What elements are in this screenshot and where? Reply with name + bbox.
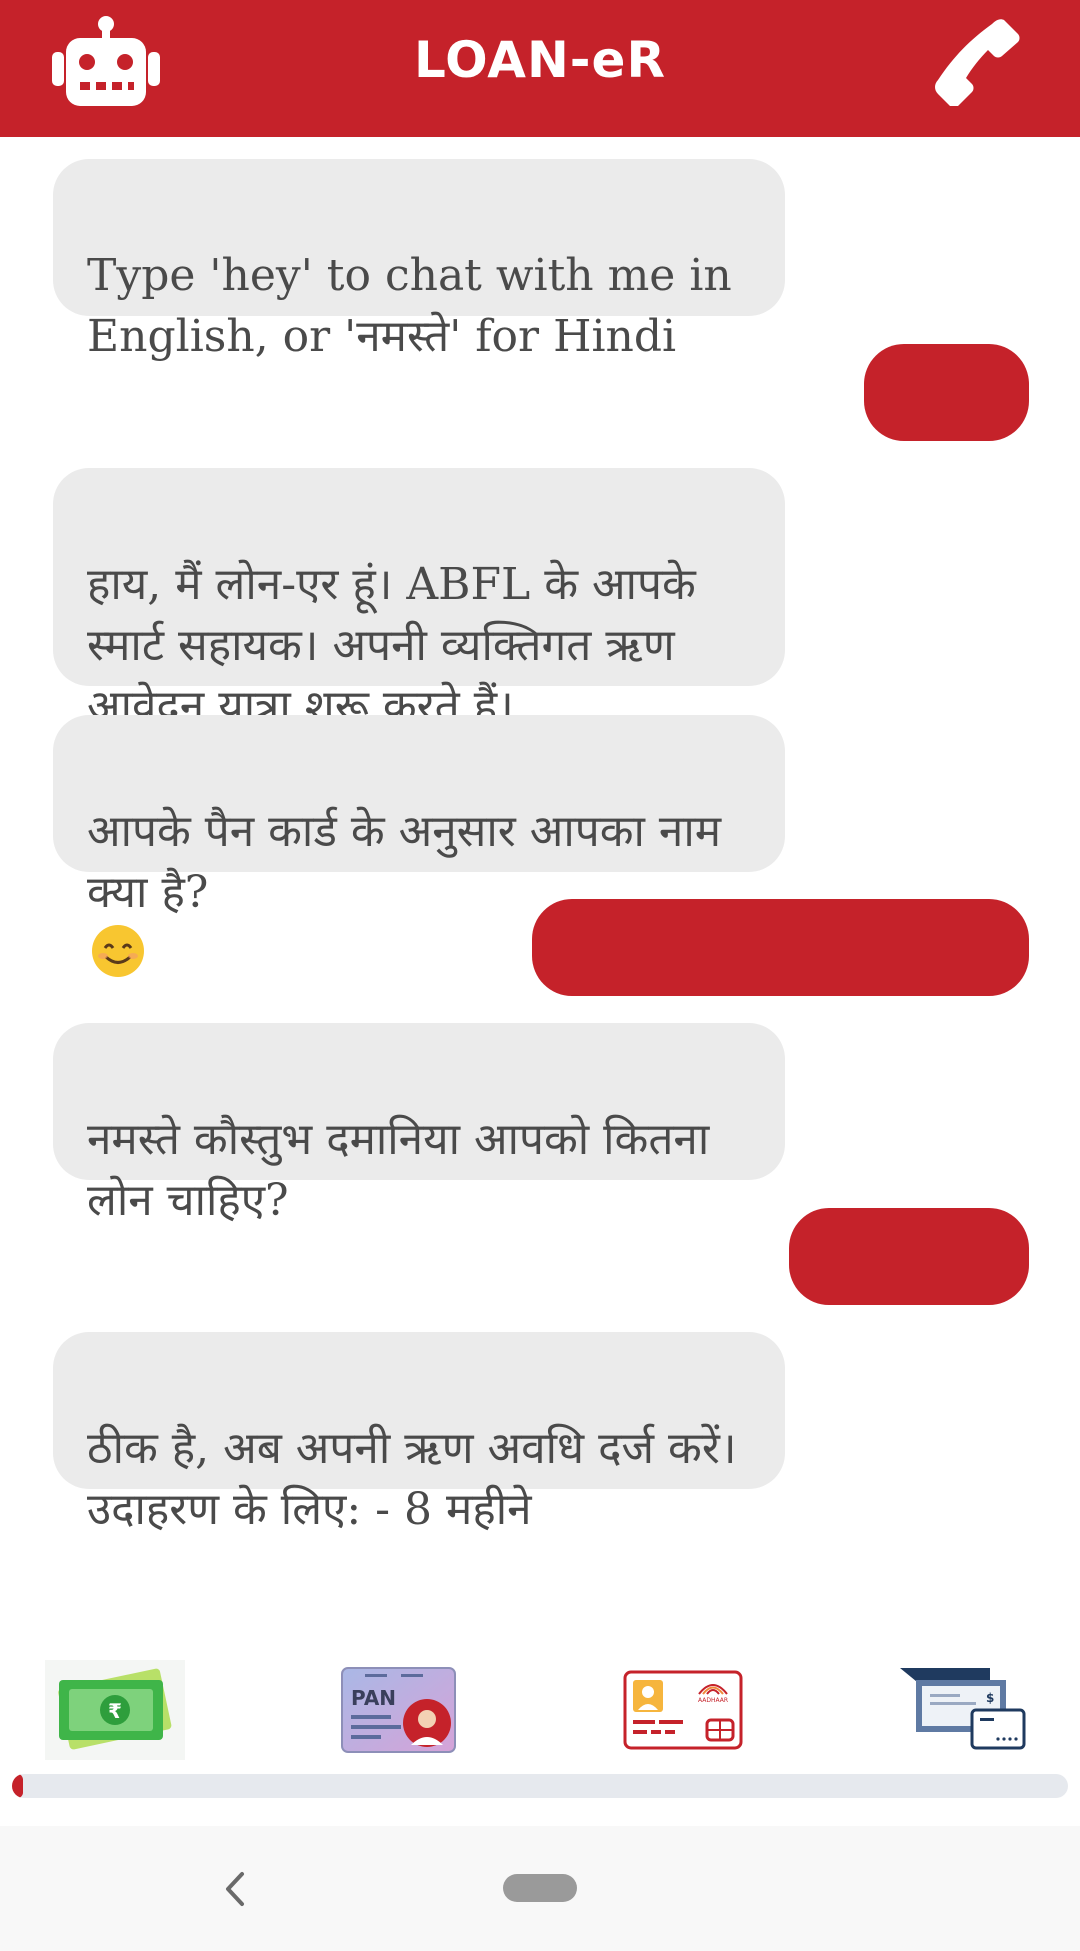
pan-card-icon[interactable]: PAN — [341, 1660, 456, 1760]
message-text: Type 'hey' to chat with me in English, o… — [87, 250, 732, 362]
rupee-cash-icon[interactable]: ₹ — [45, 1660, 185, 1760]
bot-message: ठीक है, अब अपनी ऋण अवधि दर्ज करें। उदाहर… — [53, 1332, 785, 1535]
bot-message: हाय, मैं लोन-एर हूं। ABFL के आपके स्मार्… — [53, 468, 785, 732]
svg-text:₹: ₹ — [108, 1699, 122, 1723]
smiling-face-emoji-icon — [92, 925, 144, 977]
aadhaar-card-icon[interactable]: AADHAAR — [623, 1660, 743, 1760]
pan-card-label: PAN — [351, 1686, 396, 1710]
application-progress-bar — [12, 1774, 1068, 1798]
bot-message: आपके पैन कार्ड के अनुसार आपका नाम क्या ह… — [53, 715, 785, 977]
user-message: Kaustubh Damania — [532, 899, 1029, 1070]
app-title: LOAN-eR — [414, 31, 666, 89]
back-chevron-icon[interactable] — [216, 1866, 252, 1912]
document-steps: ₹ PAN AADHAAR $ — [0, 1660, 1080, 1760]
message-text: नमस्ते कौस्तुभ दमानिया आपको कितना लोन चा… — [87, 1114, 710, 1226]
user-message: 100000 — [789, 1208, 1029, 1379]
message-text: नमस्ते — [900, 464, 993, 515]
cheque-card-icon[interactable]: $ — [898, 1660, 1028, 1760]
bot-message: Type 'hey' to chat with me in English, o… — [53, 159, 785, 362]
cheque-card-label: $ — [986, 1691, 994, 1705]
app-header: LOAN-eR — [0, 0, 1080, 137]
phone-icon[interactable] — [930, 16, 1020, 106]
progress-fill — [12, 1774, 23, 1798]
message-text: ठीक है, अब अपनी ऋण अवधि दर्ज करें। उदाहर… — [87, 1423, 737, 1535]
aadhaar-card-label: AADHAAR — [698, 1697, 728, 1704]
bot-message: नमस्ते कौस्तुभ दमानिया आपको कितना लोन चा… — [53, 1023, 785, 1226]
home-pill-icon[interactable] — [503, 1874, 577, 1902]
message-text: 100000 — [825, 1328, 993, 1379]
message-text: हाय, मैं लोन-एर हूं। ABFL के आपके स्मार्… — [87, 559, 696, 732]
user-message: नमस्ते — [864, 344, 1029, 515]
